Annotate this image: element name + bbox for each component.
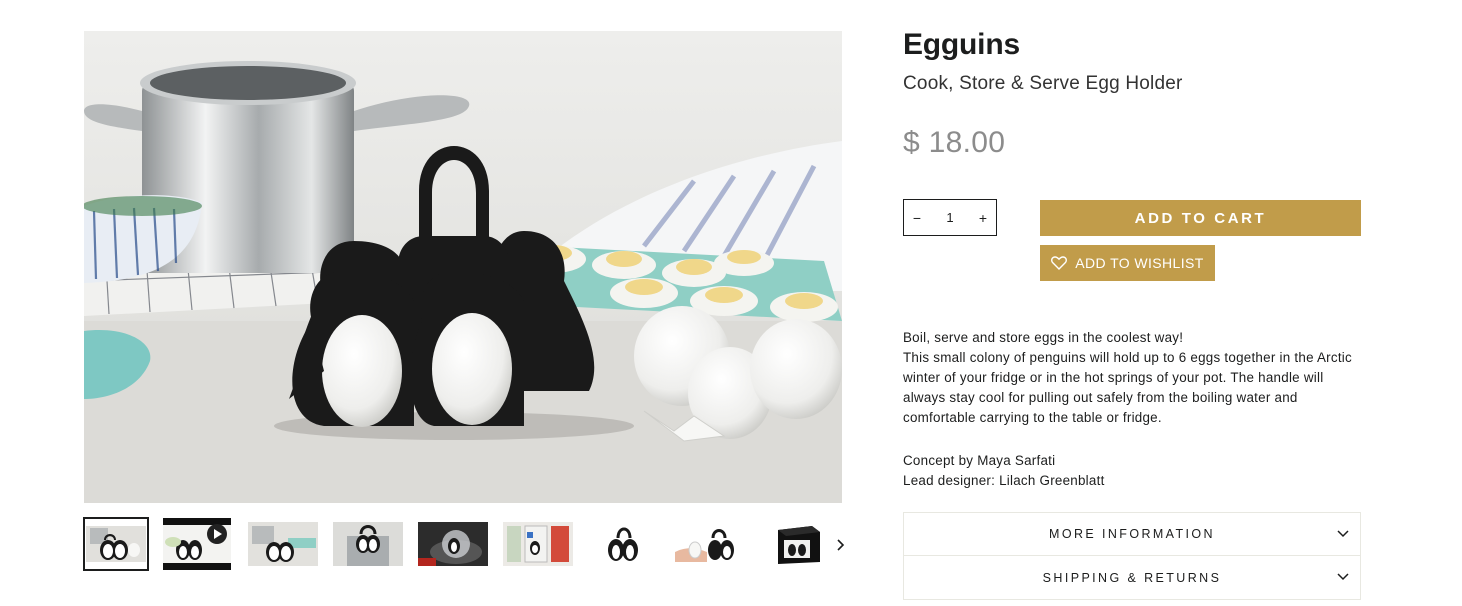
penguin-egg-holder-photo: [84, 31, 842, 503]
accordion-more-information[interactable]: MORE INFORMATION: [903, 512, 1361, 556]
add-to-wishlist-label: ADD TO WISHLIST: [1075, 255, 1204, 271]
description-line: Boil, serve and store eggs in the cooles…: [903, 330, 1184, 345]
thumbnail-image: [503, 522, 573, 566]
quantity-increment-button[interactable]: +: [970, 200, 996, 235]
chevron-down-icon: [1337, 530, 1349, 538]
thumbnail-image: [86, 526, 146, 562]
credit-line: Concept by Maya Sarfati: [903, 453, 1056, 468]
thumbnail-1[interactable]: [83, 517, 149, 571]
thumbnail-4[interactable]: [333, 518, 403, 570]
chevron-right-icon[interactable]: [832, 534, 850, 556]
add-to-wishlist-button[interactable]: ADD TO WISHLIST: [1040, 245, 1215, 281]
product-accordion: MORE INFORMATION SHIPPING & RETURNS: [903, 512, 1361, 600]
thumbnail-3[interactable]: [248, 518, 318, 570]
chevron-down-icon: [1337, 573, 1349, 581]
thumbnail-image: [758, 522, 828, 566]
thumbnail-image: [418, 522, 488, 566]
credit-line: Lead designer: Lilach Greenblatt: [903, 473, 1105, 488]
thumbnail-strip: [83, 517, 854, 572]
product-price: $ 18.00: [903, 126, 1006, 159]
quantity-decrement-button[interactable]: −: [904, 200, 930, 235]
thumbnail-7[interactable]: [588, 518, 658, 570]
accordion-shipping-returns[interactable]: SHIPPING & RETURNS: [903, 556, 1361, 600]
thumbnail-image: [333, 522, 403, 566]
quantity-input[interactable]: [935, 210, 965, 225]
quantity-stepper: − +: [903, 199, 997, 236]
thumbnail-image: [673, 522, 743, 566]
accordion-label: MORE INFORMATION: [1049, 527, 1215, 541]
thumbnail-5[interactable]: [418, 518, 488, 570]
product-title: Egguins: [903, 28, 1020, 61]
play-icon: [207, 524, 227, 544]
main-product-image[interactable]: [84, 31, 842, 503]
thumbnail-image: [248, 522, 318, 566]
add-to-cart-button[interactable]: ADD TO CART: [1040, 200, 1361, 236]
video-thumbnail: [163, 518, 231, 570]
thumbnail-video[interactable]: [163, 518, 231, 570]
description-line: This small colony of penguins will hold …: [903, 350, 1352, 425]
thumbnail-image: [588, 522, 658, 566]
heart-outline-icon: [1051, 256, 1068, 270]
thumbnail-9[interactable]: [758, 518, 828, 570]
chevron-right-glyph: [837, 539, 845, 551]
thumbnail-6[interactable]: [503, 518, 573, 570]
product-subtitle: Cook, Store & Serve Egg Holder: [903, 73, 1183, 94]
thumbnail-8[interactable]: [673, 518, 743, 570]
accordion-label: SHIPPING & RETURNS: [1042, 570, 1222, 585]
product-description: Boil, serve and store eggs in the cooles…: [903, 328, 1363, 491]
